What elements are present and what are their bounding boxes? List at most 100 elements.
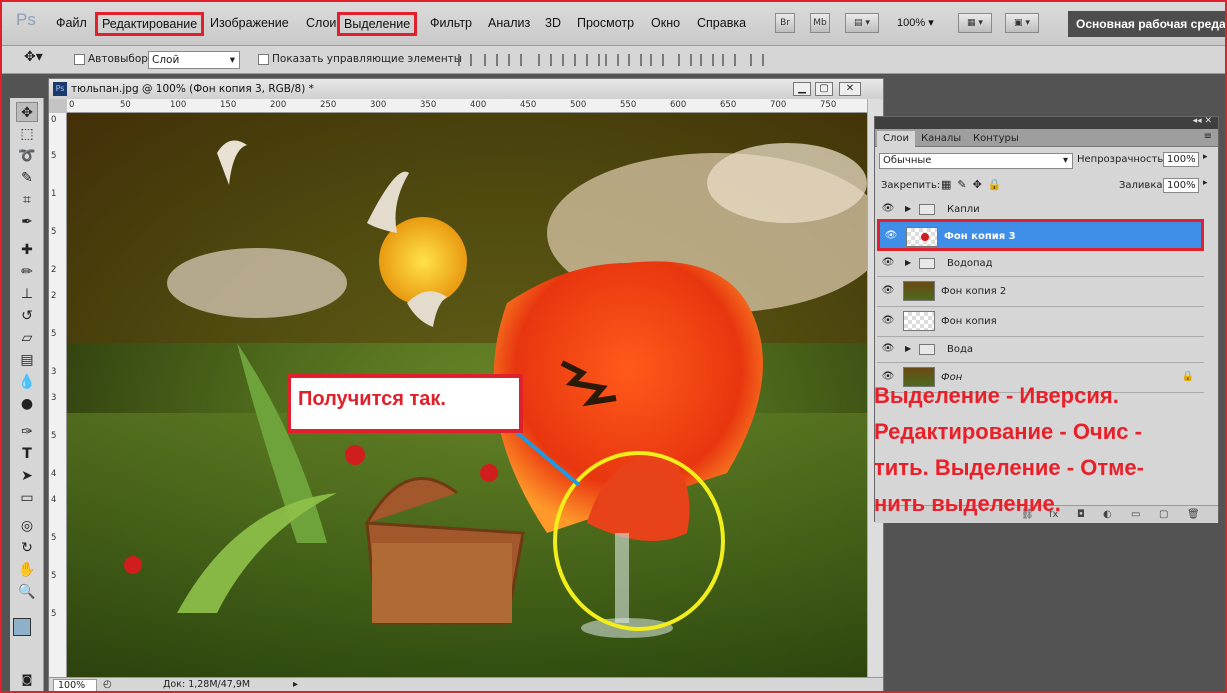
distribute-right-icon[interactable] bbox=[722, 54, 736, 66]
align-top-icon[interactable] bbox=[458, 54, 472, 66]
brush-tool-icon[interactable]: ✏ bbox=[16, 262, 38, 282]
status-menu-icon[interactable]: ◴ bbox=[103, 679, 112, 690]
opacity-arrow-icon[interactable]: ▸ bbox=[1203, 152, 1208, 162]
menu-edit[interactable]: Редактирование bbox=[95, 12, 205, 36]
zoom-field[interactable]: 100% bbox=[53, 679, 97, 692]
move-tool-preset-icon[interactable]: ✥▾ bbox=[24, 49, 43, 65]
minimize-button[interactable]: ▁ bbox=[793, 82, 811, 96]
distribute-bottom-icon[interactable] bbox=[650, 54, 664, 66]
menu-image[interactable]: Изображение bbox=[210, 16, 289, 30]
status-arrow-icon[interactable]: ▸ bbox=[293, 679, 298, 690]
collapse-icon[interactable]: ◂◂ ✕ bbox=[1193, 116, 1212, 126]
menu-help[interactable]: Справка bbox=[697, 16, 746, 30]
ruler-horizontal[interactable]: 0 50 100 150 200 250 300 350 400 450 500… bbox=[67, 99, 867, 113]
layer-fon-kopiya[interactable]: 👁 Фон копия bbox=[877, 307, 1204, 337]
auto-align-icon[interactable] bbox=[750, 54, 764, 66]
arrange-documents-dropdown[interactable]: ▦ ▾ bbox=[958, 13, 992, 33]
distribute-hcenter-icon[interactable] bbox=[700, 54, 714, 66]
show-controls-checkbox[interactable] bbox=[258, 54, 269, 65]
eye-icon[interactable]: 👁 bbox=[881, 343, 895, 355]
crop-tool-icon[interactable]: ⌗ bbox=[16, 190, 38, 210]
menu-select[interactable]: Выделение bbox=[337, 12, 418, 36]
layer-name: Фон копия 3 bbox=[944, 231, 1016, 242]
move-tool-icon[interactable]: ✥ bbox=[16, 102, 38, 122]
distribute-left-icon[interactable] bbox=[678, 54, 692, 66]
tab-layers[interactable]: Слои bbox=[877, 131, 915, 147]
expand-triangle-icon[interactable]: ▶ bbox=[905, 344, 911, 353]
menu-window[interactable]: Окно bbox=[651, 16, 680, 30]
menu-analysis[interactable]: Анализ bbox=[488, 16, 530, 30]
pen-tool-icon[interactable]: ✑ bbox=[16, 422, 38, 442]
ruler-label: 700 bbox=[770, 100, 787, 110]
lock-options-icons[interactable]: ▦✎✥🔒 bbox=[941, 178, 1008, 191]
autoselect-select[interactable]: Слой ▾ bbox=[148, 51, 240, 69]
zoom-tool-icon[interactable]: 🔍 bbox=[16, 582, 38, 602]
eye-icon[interactable]: 👁 bbox=[881, 257, 895, 269]
dodge-tool-icon[interactable]: ● bbox=[16, 394, 38, 414]
clone-stamp-tool-icon[interactable]: ⊥ bbox=[16, 284, 38, 304]
panel-header[interactable]: ◂◂ ✕ bbox=[875, 116, 1218, 129]
layer-group-voda[interactable]: 👁 ▶ Вода bbox=[877, 337, 1204, 363]
eye-icon[interactable]: 👁 bbox=[881, 203, 895, 215]
distribute-vcenter-icon[interactable] bbox=[628, 54, 642, 66]
eraser-tool-icon[interactable]: ▱ bbox=[16, 328, 38, 348]
eye-icon[interactable]: 👁 bbox=[881, 285, 895, 297]
menu-layers[interactable]: Слои bbox=[306, 16, 336, 30]
distribute-top-icon[interactable] bbox=[605, 54, 619, 66]
align-bottom-icon[interactable] bbox=[508, 54, 522, 66]
ruler-vertical[interactable]: 0 5 1 5 2 2 5 3 3 5 4 4 5 5 5 bbox=[49, 113, 67, 678]
healing-brush-tool-icon[interactable]: ✚ bbox=[16, 240, 38, 260]
workspace-switcher[interactable]: Основная рабочая среда bbox=[1068, 11, 1227, 37]
menu-filter[interactable]: Фильтр bbox=[430, 16, 472, 30]
layer-fon-kopiya-2[interactable]: 👁 Фон копия 2 bbox=[877, 277, 1204, 307]
expand-triangle-icon[interactable]: ▶ bbox=[905, 204, 911, 213]
align-right-icon[interactable] bbox=[586, 54, 600, 66]
menu-3d[interactable]: 3D bbox=[545, 16, 561, 30]
close-button[interactable]: ✕ bbox=[839, 82, 861, 96]
menu-view[interactable]: Просмотр bbox=[577, 16, 634, 30]
zoom-level-dropdown[interactable]: 100% ▾ bbox=[897, 16, 934, 29]
autoselect-checkbox[interactable] bbox=[74, 54, 85, 65]
3d-orbit-tool-icon[interactable]: ↻ bbox=[16, 538, 38, 558]
poppy bbox=[345, 445, 365, 465]
document-title-bar[interactable]: Ps тюльпан.jpg @ 100% (Фон копия 3, RGB/… bbox=[49, 79, 883, 99]
fill-label: Заливка: bbox=[1119, 180, 1166, 191]
panel-menu-icon[interactable]: ≡ bbox=[1204, 131, 1212, 142]
history-brush-tool-icon[interactable]: ↺ bbox=[16, 306, 38, 326]
quick-selection-tool-icon[interactable]: ✎ bbox=[16, 168, 38, 188]
align-left-icon[interactable] bbox=[538, 54, 552, 66]
marquee-tool-icon[interactable]: ⬚ bbox=[16, 124, 38, 144]
mini-bridge-button[interactable]: Mb bbox=[810, 13, 830, 33]
quick-mask-icon[interactable]: ◙ bbox=[16, 670, 38, 690]
menu-file[interactable]: Файл bbox=[56, 16, 87, 30]
tab-channels[interactable]: Каналы bbox=[915, 131, 967, 147]
ruler-label: 150 bbox=[220, 100, 237, 110]
extras-dropdown[interactable]: ▤ ▾ bbox=[845, 13, 879, 33]
fill-arrow-icon[interactable]: ▸ bbox=[1203, 178, 1208, 188]
gradient-tool-icon[interactable]: ▤ bbox=[16, 350, 38, 370]
fill-field[interactable]: 100% bbox=[1163, 178, 1199, 193]
screen-mode-dropdown[interactable]: ▣ ▾ bbox=[1005, 13, 1039, 33]
layer-name: Фон копия 2 bbox=[941, 286, 1007, 297]
blur-tool-icon[interactable]: 💧 bbox=[16, 372, 38, 392]
tab-paths[interactable]: Контуры bbox=[967, 131, 1025, 147]
3d-rotate-tool-icon[interactable]: ◎ bbox=[16, 516, 38, 536]
layer-fon-kopiya-3[interactable]: 👁 Фон копия 3 bbox=[877, 219, 1204, 251]
type-tool-icon[interactable]: T bbox=[16, 444, 38, 464]
blend-mode-select[interactable]: Обычные ▾ bbox=[879, 153, 1073, 169]
align-hcenter-icon[interactable] bbox=[562, 54, 576, 66]
eye-icon[interactable]: 👁 bbox=[884, 230, 898, 242]
eye-icon[interactable]: 👁 bbox=[881, 315, 895, 327]
expand-triangle-icon[interactable]: ▶ bbox=[905, 258, 911, 267]
eyedropper-tool-icon[interactable]: ✒ bbox=[16, 212, 38, 232]
foreground-color-swatch[interactable] bbox=[13, 618, 31, 636]
shape-tool-icon[interactable]: ▭ bbox=[16, 488, 38, 508]
maximize-button[interactable]: ▢ bbox=[815, 82, 833, 96]
align-vcenter-icon[interactable] bbox=[484, 54, 498, 66]
lasso-tool-icon[interactable]: ➰ bbox=[16, 146, 38, 166]
hand-tool-icon[interactable]: ✋ bbox=[16, 560, 38, 580]
path-selection-tool-icon[interactable]: ➤ bbox=[16, 466, 38, 486]
layer-group-vodopad[interactable]: 👁 ▶ Водопад bbox=[877, 251, 1204, 277]
opacity-field[interactable]: 100% bbox=[1163, 152, 1199, 167]
bridge-button[interactable]: Br bbox=[775, 13, 795, 33]
